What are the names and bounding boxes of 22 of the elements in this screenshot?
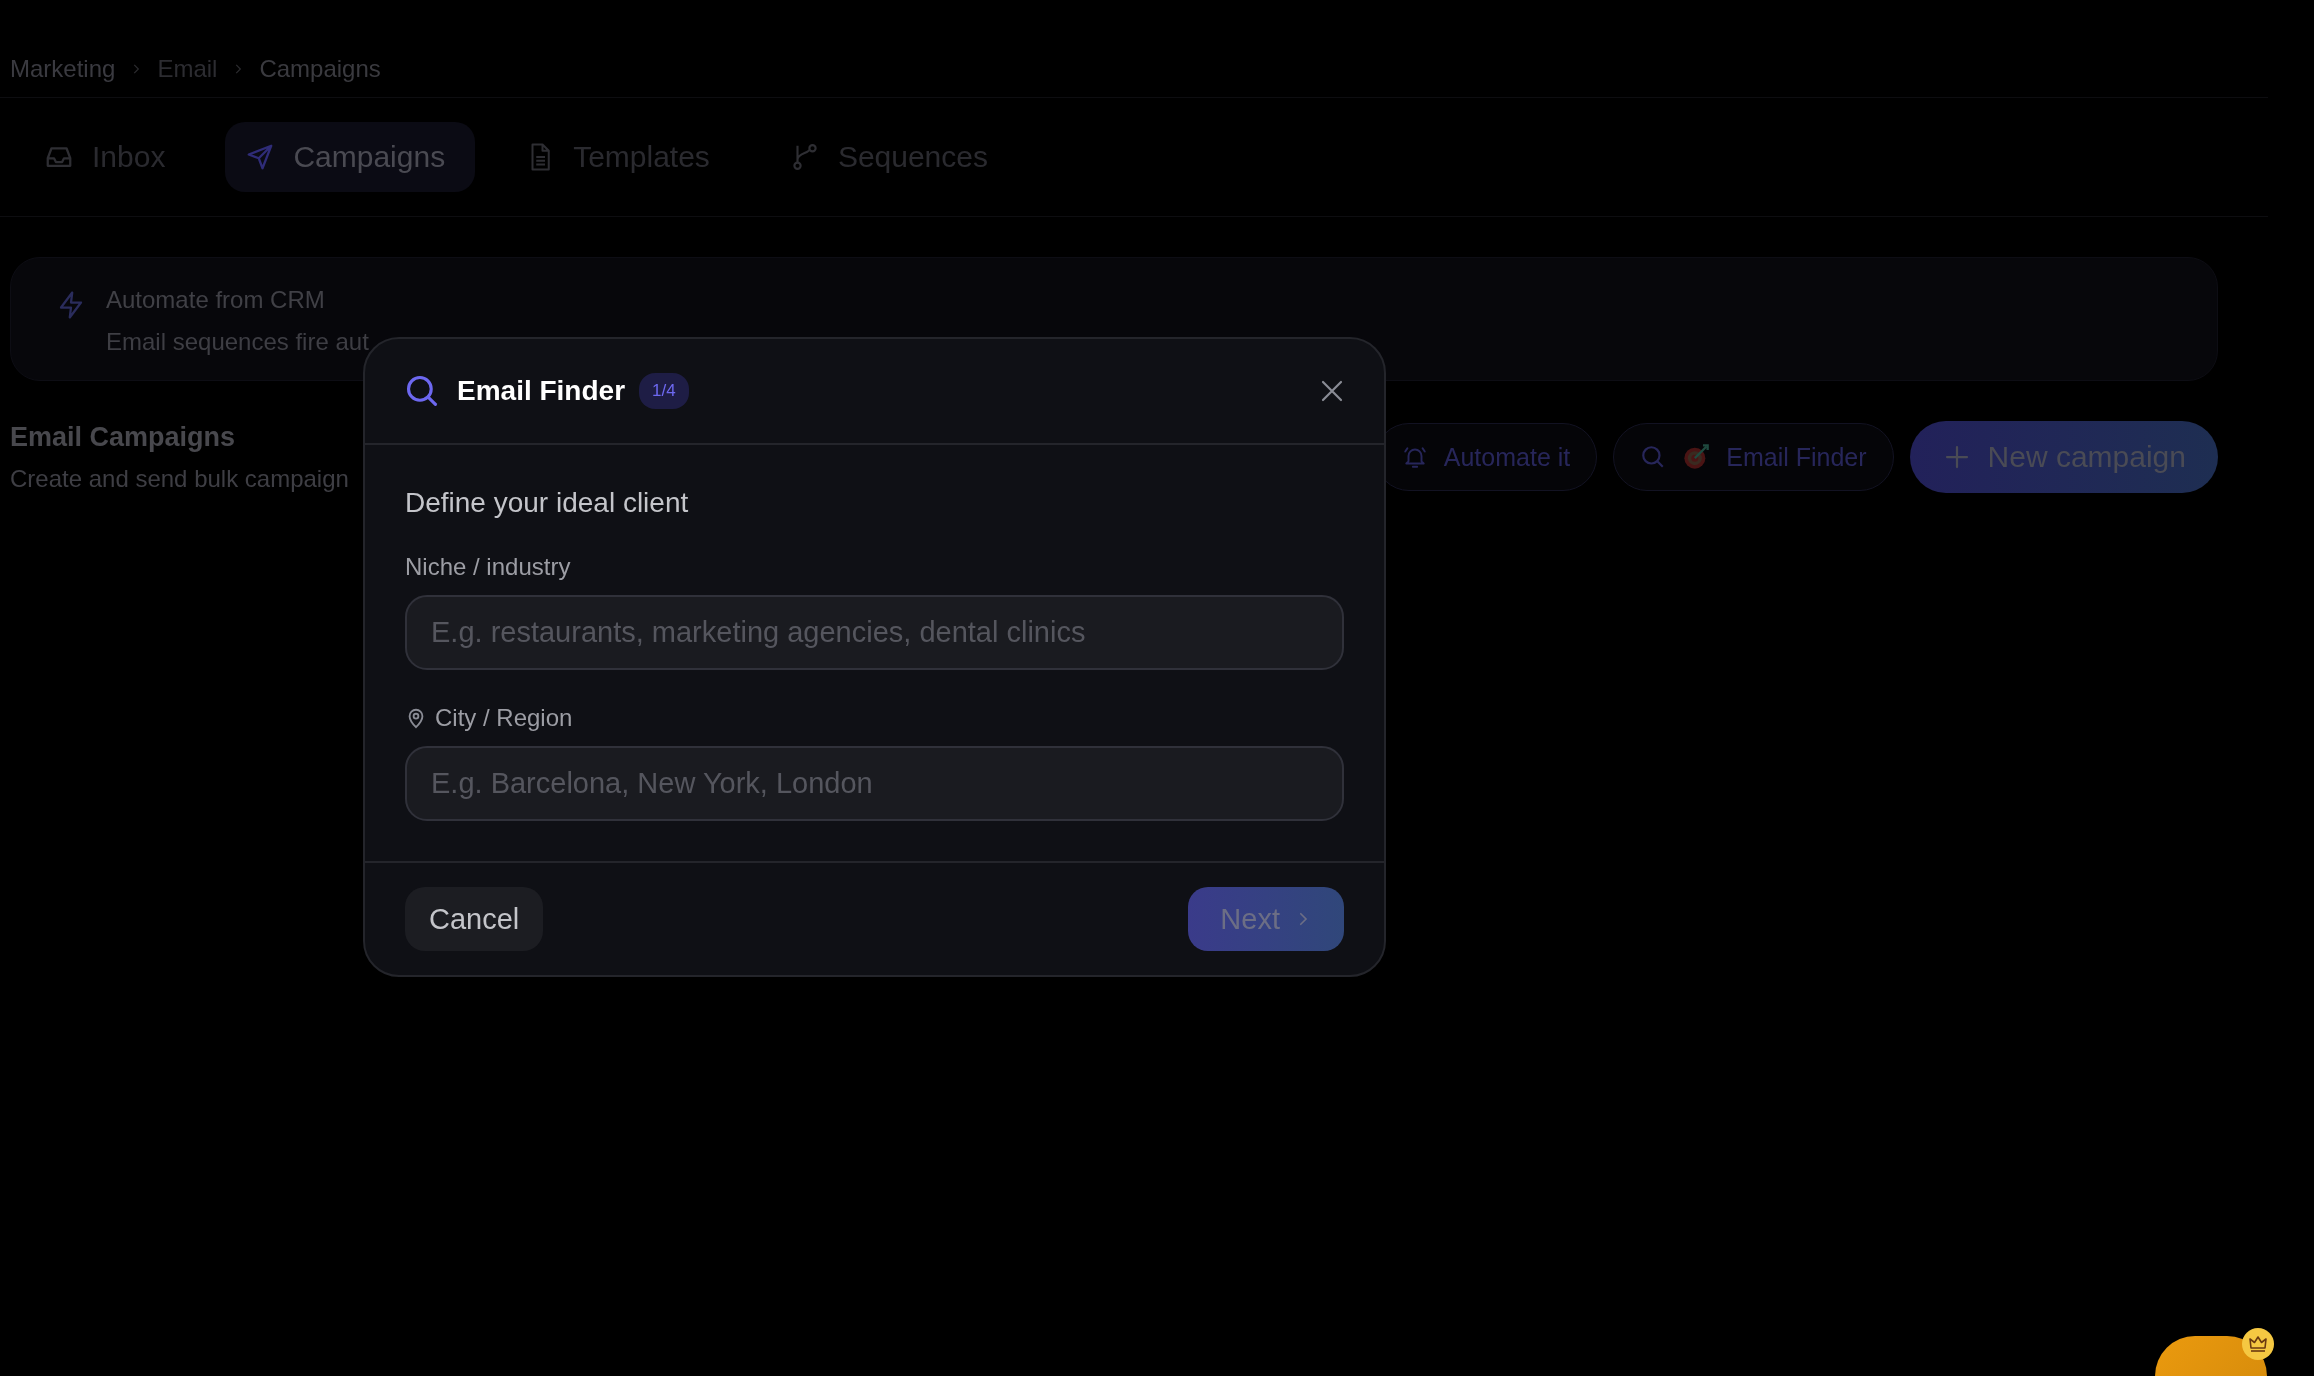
modal-title: Email Finder [457, 375, 626, 407]
field-label: City / Region [435, 704, 573, 732]
breadcrumb-link[interactable]: Marketing [10, 54, 116, 83]
step-badge: 1/4 [639, 373, 689, 409]
input-field[interactable]: E.g. restaurants, marketing agencies, dental clinics [405, 595, 1344, 670]
search-icon [405, 374, 439, 408]
target-icon [1682, 443, 1711, 471]
banner-title: Automate from CRM [106, 286, 326, 314]
section-subtitle: Create and send bulk campaign [10, 464, 349, 493]
crown-icon [2241, 1327, 2275, 1361]
tab[interactable]: Campaigns [225, 122, 476, 192]
action-button[interactable]: Email Finder [1613, 423, 1894, 491]
field-label: Niche / industry [405, 553, 571, 581]
input-field[interactable]: E.g. Barcelona, New York, London [405, 746, 1344, 821]
breadcrumb-link[interactable]: Campaigns [259, 54, 381, 83]
section-title: Email Campaigns [10, 421, 237, 453]
banner-description: Email sequences fire aut [106, 328, 369, 356]
modal-heading: Define your ideal client [405, 487, 690, 519]
cancel-button[interactable]: Cancel [405, 887, 544, 951]
bell-icon [1401, 444, 1428, 470]
next-button[interactable]: Next [1188, 887, 1344, 951]
close-icon[interactable] [1320, 379, 1344, 403]
